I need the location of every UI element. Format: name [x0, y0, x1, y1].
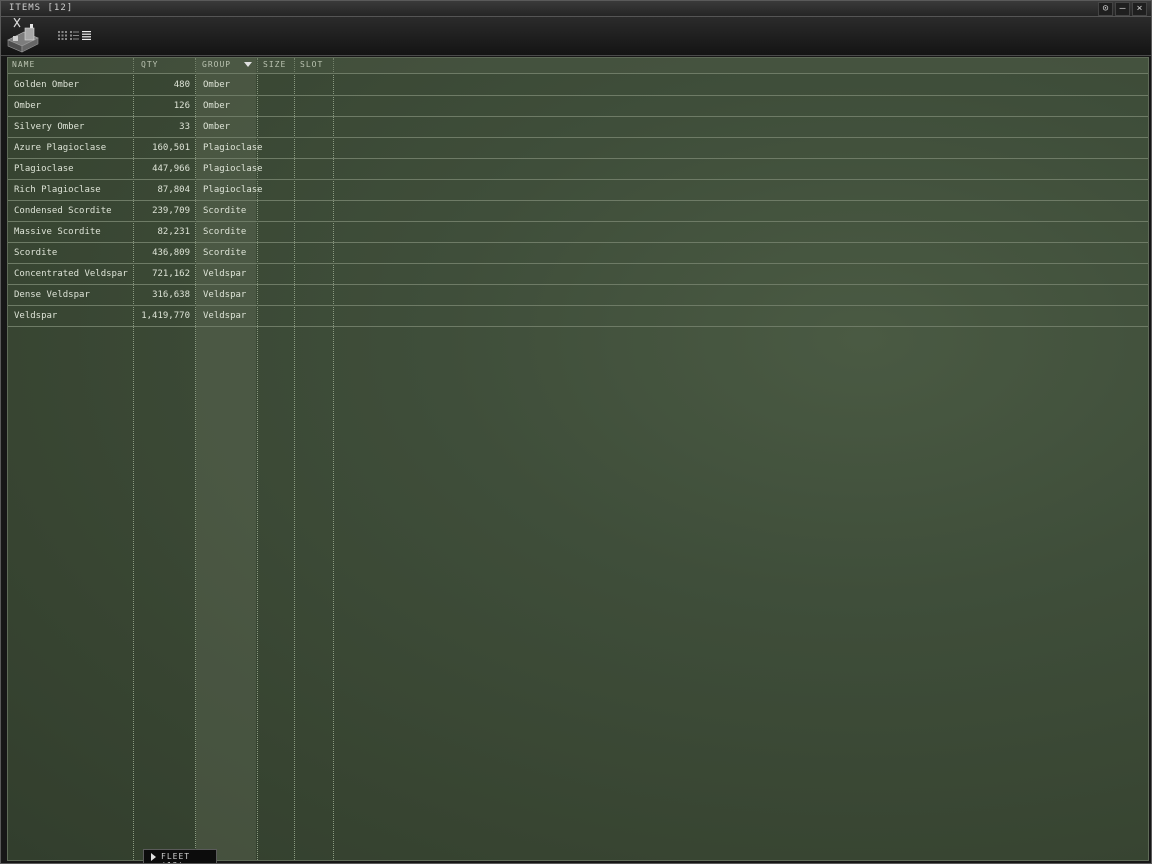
item-name: Dense Veldspar [14, 290, 90, 300]
hangar-icon [7, 18, 39, 53]
item-group: Omber [203, 122, 231, 132]
item-quantity: 480 [173, 80, 190, 90]
item-group: Omber [203, 101, 231, 111]
item-name: Veldspar [14, 311, 58, 321]
sort-descending-icon [244, 62, 252, 67]
item-name: Condensed Scordite [14, 206, 112, 216]
column-header-name[interactable]: NAME [12, 60, 35, 69]
item-name: Rich Plagioclase [14, 185, 101, 195]
item-quantity: 82,231 [157, 227, 190, 237]
item-group: Omber [203, 80, 231, 90]
item-quantity: 1,419,770 [141, 311, 190, 321]
item-quantity: 33 [179, 122, 190, 132]
item-quantity: 239,709 [152, 206, 190, 216]
column-header-qty[interactable]: QTY [141, 60, 158, 69]
table-row[interactable]: Dense Veldspar 316,638 Veldspar [8, 285, 1148, 306]
title-bar[interactable]: ITEMS [12] ⊙ – × [1, 1, 1151, 17]
column-header-row: NAME QTY GROUP SIZE SLOT [8, 58, 1148, 74]
item-group: Plagioclase [203, 143, 263, 153]
item-group: Scordite [203, 227, 247, 237]
item-name: Massive Scordite [14, 227, 101, 237]
item-quantity: 721,162 [152, 269, 190, 279]
item-quantity: 87,804 [157, 185, 190, 195]
item-name: Azure Plagioclase [14, 143, 107, 153]
column-header-size[interactable]: SIZE [263, 60, 286, 69]
item-quantity: 447,966 [152, 164, 190, 174]
item-name: Plagioclase [14, 164, 74, 174]
fleet-tab[interactable]: FLEET (12) [143, 849, 217, 863]
item-quantity: 126 [173, 101, 190, 111]
table-body: Golden Omber 480 Omber Omber 126 Omber S… [8, 75, 1148, 327]
fleet-tab-label: FLEET (12) [161, 852, 191, 863]
item-name: Omber [14, 101, 42, 111]
minimize-icon[interactable]: – [1115, 2, 1130, 16]
options-icon[interactable]: ⊙ [1098, 2, 1113, 16]
table-row[interactable]: Concentrated Veldspar 721,162 Veldspar [8, 264, 1148, 285]
table-row[interactable]: Veldspar 1,419,770 Veldspar [8, 306, 1148, 327]
item-group: Veldspar [203, 311, 247, 321]
table-row[interactable]: Condensed Scordite 239,709 Scordite [8, 201, 1148, 222]
table-row[interactable]: Golden Omber 480 Omber [8, 75, 1148, 96]
list-view-icon[interactable] [82, 31, 91, 40]
items-list: NAME QTY GROUP SIZE SLOT Golden Omber 48… [7, 57, 1149, 861]
table-row[interactable]: Azure Plagioclase 160,501 Plagioclase [8, 138, 1148, 159]
items-window: ITEMS [12] ⊙ – × NAME QTY GROUP SIZE SLO… [0, 0, 1152, 864]
item-group: Scordite [203, 206, 247, 216]
table-row[interactable]: Scordite 436,809 Scordite [8, 243, 1148, 264]
table-row[interactable]: Massive Scordite 82,231 Scordite [8, 222, 1148, 243]
table-row[interactable]: Plagioclase 447,966 Plagioclase [8, 159, 1148, 180]
item-quantity: 160,501 [152, 143, 190, 153]
item-name: Silvery Omber [14, 122, 85, 132]
expand-arrow-icon [151, 853, 156, 861]
item-group: Plagioclase [203, 185, 263, 195]
item-name: Golden Omber [14, 80, 80, 90]
icons-view-icon[interactable] [58, 31, 67, 40]
table-row[interactable]: Omber 126 Omber [8, 96, 1148, 117]
table-row[interactable]: Silvery Omber 33 Omber [8, 117, 1148, 138]
window-controls: ⊙ – × [1098, 2, 1147, 16]
item-group: Plagioclase [203, 164, 263, 174]
toolbar [1, 17, 1151, 56]
table-row[interactable]: Rich Plagioclase 87,804 Plagioclase [8, 180, 1148, 201]
item-name: Scordite [14, 248, 58, 258]
item-group: Scordite [203, 248, 247, 258]
item-name: Concentrated Veldspar [14, 269, 128, 279]
item-group: Veldspar [203, 290, 247, 300]
item-group: Veldspar [203, 269, 247, 279]
details-view-icon[interactable] [70, 31, 79, 40]
window-title: ITEMS [12] [9, 3, 74, 13]
column-header-slot[interactable]: SLOT [300, 60, 323, 69]
view-mode-switcher [58, 31, 91, 40]
item-quantity: 316,638 [152, 290, 190, 300]
column-header-group[interactable]: GROUP [202, 60, 231, 69]
item-quantity: 436,809 [152, 248, 190, 258]
close-icon[interactable]: × [1132, 2, 1147, 16]
